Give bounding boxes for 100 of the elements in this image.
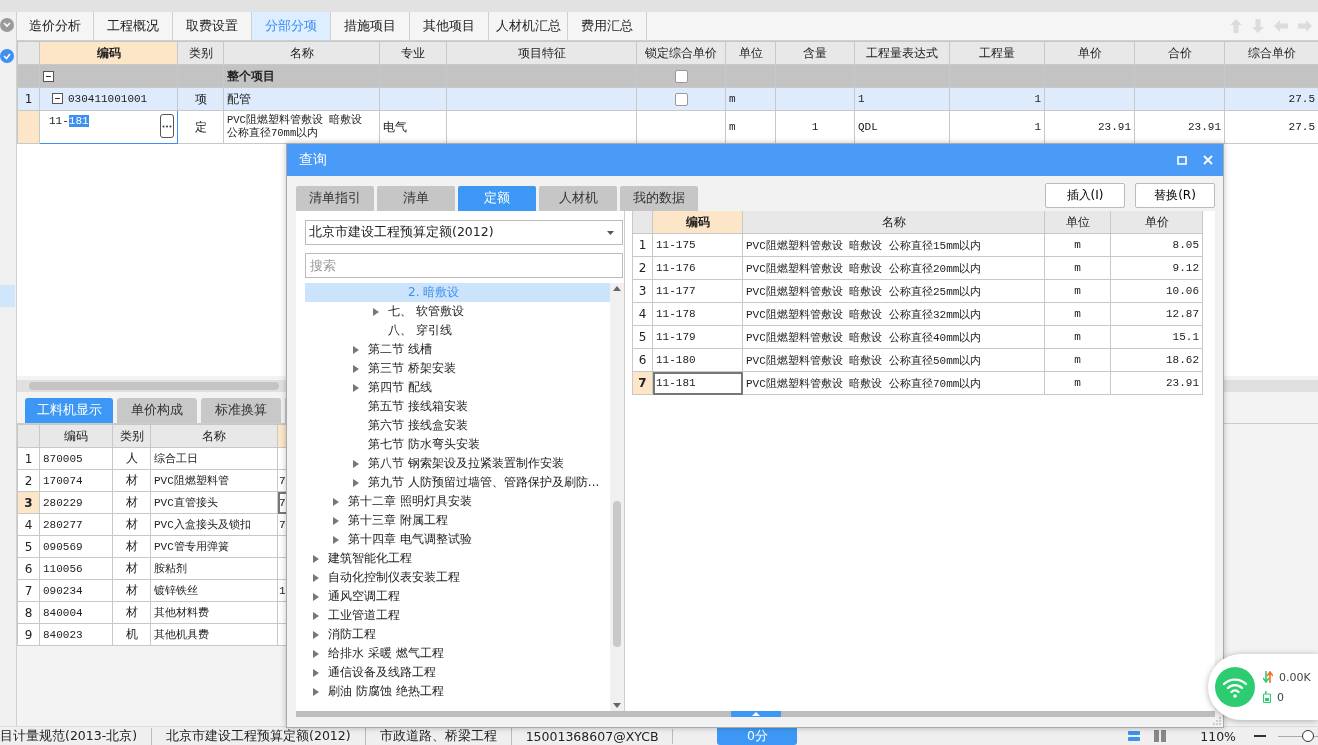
column-header[interactable]: 专业 [379,41,447,65]
expand-arrow-icon[interactable] [313,668,319,677]
column-header[interactable]: 合价 [1134,41,1225,65]
row-number-cell: 1 [17,447,40,470]
expand-arrow-icon[interactable] [313,592,319,601]
maximize-icon[interactable] [1177,155,1187,165]
tab[interactable]: 我的数据 [620,186,698,211]
column-header[interactable]: 名称 [223,41,380,65]
checkbox[interactable] [674,70,688,83]
table-cell: PVC阻燃塑料管敷设 暗敷设 公称直径32mm以内 [742,302,1045,326]
collapse-handle[interactable] [730,711,781,717]
tree-item[interactable]: 第二节 线槽 [305,340,610,359]
table-cell: 整个项目 [223,64,380,88]
column-header[interactable]: 综合单价 [1224,41,1318,65]
result-row[interactable]: 6 11-180 PVC阻燃塑料管敷设 暗敷设 公称直径50mm以内 m 18.62 [632,348,1203,372]
table-cell: 配管 [223,87,380,111]
expand-arrow-icon[interactable] [313,649,319,658]
tree-item[interactable]: 消防工程 [305,625,610,644]
tab[interactable]: 标准换算 [201,398,281,423]
more-button[interactable] [160,114,174,138]
ellipsis-icon [162,124,172,128]
expand-arrow-icon[interactable] [313,630,319,639]
column-header[interactable]: 名称 [742,211,1045,234]
column-header[interactable]: 编码 [652,211,743,234]
expand-arrow-icon[interactable] [313,687,319,696]
expand-arrow-icon[interactable] [333,516,339,525]
expand-arrow-icon[interactable] [353,383,359,392]
close-icon[interactable] [1203,155,1213,165]
column-header[interactable]: 工程量 [949,41,1045,65]
resize-grip-icon[interactable] [1213,717,1221,725]
column-header[interactable]: 含量 [775,41,855,65]
search-field[interactable]: 搜索 [305,253,623,278]
collapse-toggle-icon[interactable] [52,93,63,104]
tree-item[interactable]: 八、 穿引线 [305,321,610,340]
check-icon[interactable] [0,49,14,63]
device-count: 0 [1277,690,1284,704]
table-cell: 1 [949,110,1045,144]
result-row[interactable]: 2 11-176 PVC阻燃塑料管敷设 暗敷设 公称直径20mm以内 m 9.12 [632,256,1203,280]
tree-item[interactable]: 第七节 防水弯头安装 [305,435,610,454]
scroll-thumb[interactable] [613,501,621,647]
expand-arrow-icon[interactable] [373,307,379,316]
column-header[interactable]: 单位 [725,41,776,65]
table-cell: PVC阻燃塑料管敷设 暗敷设 公称直径25mm以内 [742,279,1045,303]
expand-arrow-icon[interactable] [353,478,359,487]
scroll-down-icon[interactable] [613,703,621,708]
tree-item[interactable]: 第三节 桥架安装 [305,359,610,378]
column-header[interactable]: 单位 [1044,211,1111,234]
tree-item[interactable]: 第四节 配线 [305,378,610,397]
network-widget[interactable]: 0.00K 0 [1208,654,1318,720]
list-view-icon[interactable] [1128,730,1141,742]
library-dropdown[interactable]: 北京市建设工程预算定额(2012) [305,220,623,245]
expand-arrow-icon[interactable] [333,497,339,506]
result-row[interactable]: 3 11-177 PVC阻燃塑料管敷设 暗敷设 公称直径25mm以内 m 10.06 [632,279,1203,303]
tab[interactable]: 清单指引 [296,186,374,211]
result-row[interactable]: 5 11-179 PVC阻燃塑料管敷设 暗敷设 公称直径40mm以内 m 15.1 [632,325,1203,349]
table-cell: 27.5 [1224,110,1318,144]
tree-item[interactable]: 通信设备及线路工程 [305,663,610,682]
phone-icon [1263,691,1271,703]
row-number-cell: 3 [632,279,653,303]
checkbox[interactable] [674,93,688,106]
expand-arrow-icon[interactable] [313,554,319,563]
result-row[interactable]: 4 11-178 PVC阻燃塑料管敷设 暗敷设 公称直径32mm以内 m 12.87 [632,302,1203,326]
row-number-cell: 1 [17,87,40,111]
tree-item[interactable]: 给排水 采暖 燃气工程 [305,644,610,663]
column-header[interactable]: 名称 [150,424,278,448]
tree-item[interactable]: 七、 软管敷设 [305,302,610,321]
code-input-field[interactable]: 11-181 [39,110,178,144]
action-button[interactable]: 插入(I) [1045,183,1125,208]
scrollbar[interactable] [610,283,624,711]
result-row[interactable]: 7 11-181 PVC阻燃塑料管敷设 暗敷设 公称直径70mm以内 m 23.91 [632,371,1203,395]
column-header[interactable]: 锁定综合单价 [636,41,726,65]
collapse-toggle-icon[interactable] [43,71,54,82]
expand-arrow-icon[interactable] [353,364,359,373]
tree-item[interactable]: 第五节 接线箱安装 [305,397,610,416]
column-header[interactable]: 单价 [1110,211,1203,234]
columns-view-icon[interactable] [1154,730,1167,742]
column-header[interactable]: 类别 [112,424,151,448]
expand-arrow-icon[interactable] [313,611,319,620]
tab[interactable]: 清单 [377,186,455,211]
expand-arrow-icon[interactable] [353,345,359,354]
tab[interactable]: 单价构成 [117,398,197,423]
tree-item[interactable]: 工业管道工程 [305,606,610,625]
column-header[interactable]: 编码 [39,41,178,65]
action-button[interactable]: 替换(R) [1135,183,1215,208]
column-header[interactable]: 类别 [177,41,224,65]
column-header[interactable]: 工程量表达式 [854,41,950,65]
expand-arrow-icon[interactable] [313,573,319,582]
table-cell: m [725,110,776,144]
tree-item[interactable]: 刷油 防腐蚀 绝热工程 [305,682,610,701]
table-cell: QDL [854,110,950,144]
column-header[interactable]: 单价 [1044,41,1135,65]
column-header[interactable]: 编码 [39,424,113,448]
scroll-up-icon[interactable] [613,286,621,291]
expand-arrow-icon[interactable] [333,535,339,544]
expand-arrow-icon[interactable] [353,459,359,468]
result-row[interactable]: 1 11-175 PVC阻燃塑料管敷设 暗敷设 公称直径15mm以内 m 8.05 [632,233,1203,257]
tab[interactable]: 人材机 [539,186,617,211]
column-header[interactable]: 项目特征 [446,41,637,65]
tree-item[interactable]: 第六节 接线盒安装 [305,416,610,435]
tree-item[interactable]: 建筑智能化工程 [305,549,610,568]
